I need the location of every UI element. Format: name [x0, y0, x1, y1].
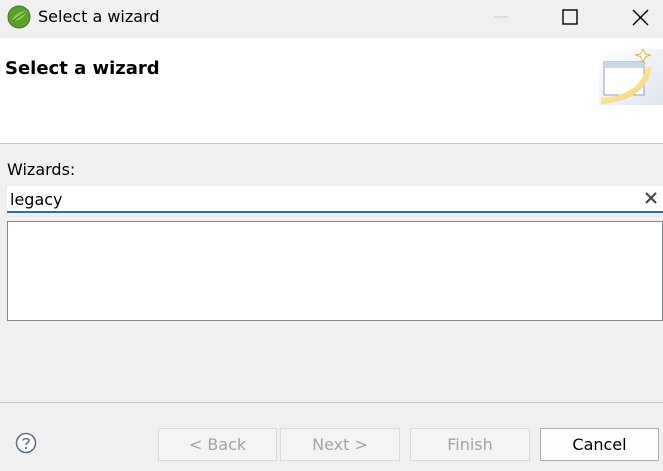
- help-icon[interactable]: [15, 432, 37, 454]
- minimize-icon: [494, 16, 508, 18]
- wizard-filter: [7, 186, 663, 213]
- wizard-filter-input[interactable]: [10, 189, 630, 209]
- app-icon: [7, 5, 31, 29]
- clear-filter-icon: [645, 192, 657, 204]
- button-bar-separator: [0, 402, 663, 403]
- maximize-button[interactable]: [548, 0, 592, 34]
- finish-button[interactable]: Finish: [410, 428, 530, 461]
- window-title: Select a wizard: [38, 7, 160, 26]
- page-title: Select a wizard: [5, 58, 160, 79]
- maximize-icon: [562, 9, 578, 25]
- back-button[interactable]: < Back: [158, 428, 277, 461]
- next-button[interactable]: Next >: [280, 428, 400, 461]
- clear-filter-button[interactable]: [643, 190, 659, 206]
- close-icon: [632, 9, 648, 25]
- wizards-label: Wizards:: [7, 160, 76, 179]
- select-wizard-dialog: Select a wizard Select a wizard Wizards:…: [0, 0, 663, 471]
- cancel-button[interactable]: Cancel: [540, 428, 659, 461]
- new-wizard-banner-icon: [599, 49, 663, 105]
- close-window-button[interactable]: [618, 0, 662, 34]
- wizard-tree[interactable]: [7, 221, 663, 321]
- minimize-button[interactable]: [479, 0, 523, 34]
- wizard-header: Select a wizard: [0, 38, 663, 144]
- title-bar[interactable]: Select a wizard: [0, 0, 663, 38]
